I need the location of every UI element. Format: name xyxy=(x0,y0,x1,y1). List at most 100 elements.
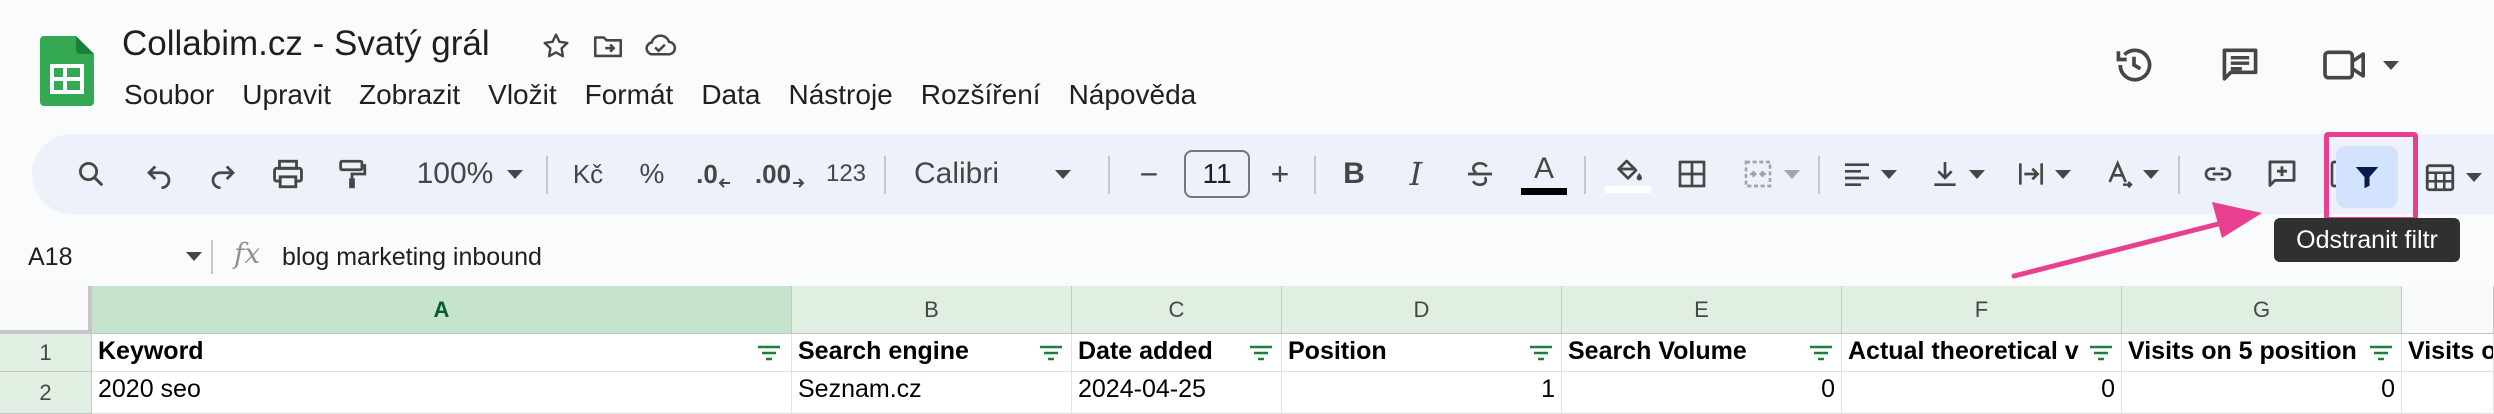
text-rotation-icon[interactable] xyxy=(2090,144,2172,204)
number-format-button[interactable]: 123 xyxy=(816,144,876,204)
menu-help[interactable]: Nápověda xyxy=(1055,74,1211,116)
chevron-down-icon xyxy=(2466,172,2482,182)
menu-format[interactable]: Formát xyxy=(571,74,688,116)
column-filter-icon[interactable] xyxy=(1038,344,1064,362)
column-header-g[interactable]: G xyxy=(2122,286,2402,333)
toolbar: 100% Kč % .0 .00 123 Calibri − 11 + B I … xyxy=(32,134,2494,214)
borders-icon[interactable] xyxy=(1664,144,1720,204)
header-cell-search-volume[interactable]: Search Volume xyxy=(1562,334,1842,372)
column-header-a[interactable]: A xyxy=(92,286,792,333)
toolbar-divider xyxy=(1108,156,1110,194)
data-cell-search-volume[interactable]: 0 xyxy=(1562,372,1842,414)
font-size-increase-button[interactable]: + xyxy=(1254,144,1306,204)
insert-comment-icon[interactable] xyxy=(2254,144,2310,204)
chevron-down-icon[interactable] xyxy=(186,252,202,261)
column-header-f[interactable]: F xyxy=(1842,286,2122,333)
data-cell-visits-o[interactable] xyxy=(2402,372,2494,414)
header-cell-keyword[interactable]: Keyword xyxy=(92,334,792,372)
chevron-down-icon xyxy=(507,169,524,179)
column-header-c[interactable]: C xyxy=(1072,286,1282,333)
data-cell-keyword[interactable]: 2020 seo xyxy=(92,372,792,414)
horizontal-align-icon[interactable] xyxy=(1828,144,1910,204)
data-cell-position[interactable]: 1 xyxy=(1282,372,1562,414)
text-color-button[interactable]: A xyxy=(1516,144,1572,204)
strikethrough-icon[interactable] xyxy=(1452,144,1508,204)
spreadsheet-grid: A B C D E F G 1 2 Keyword Search engine … xyxy=(0,286,2494,414)
font-family-select[interactable]: Calibri xyxy=(898,144,1112,204)
text-color-letter: A xyxy=(1533,151,1554,185)
header-cell-position[interactable]: Position xyxy=(1282,334,1562,372)
column-header-b[interactable]: B xyxy=(792,286,1072,333)
paint-format-icon[interactable] xyxy=(324,144,380,204)
star-icon[interactable] xyxy=(536,26,576,66)
insert-link-icon[interactable] xyxy=(2190,144,2246,204)
decrease-decimal-label: .0 xyxy=(696,158,718,189)
header-cell-search-engine[interactable]: Search engine xyxy=(792,334,1072,372)
column-filter-icon[interactable] xyxy=(2368,344,2394,362)
font-size-decrease-button[interactable]: − xyxy=(1124,144,1174,204)
menu-tools[interactable]: Nástroje xyxy=(774,74,906,116)
column-filter-icon[interactable] xyxy=(1808,344,1834,362)
font-family-value: Calibri xyxy=(914,157,1000,190)
text-color-swatch xyxy=(1521,187,1567,195)
name-box[interactable]: A18 xyxy=(28,240,72,274)
select-all-corner[interactable] xyxy=(0,286,92,334)
row-header-1[interactable]: 1 xyxy=(0,334,92,372)
menu-extensions[interactable]: Rozšíření xyxy=(907,74,1055,116)
menu-insert[interactable]: Vložit xyxy=(474,74,570,116)
undo-icon[interactable] xyxy=(134,144,184,204)
column-filter-icon[interactable] xyxy=(1528,344,1554,362)
increase-decimal-label: .00 xyxy=(754,158,792,189)
column-header-h[interactable] xyxy=(2402,286,2494,333)
bold-button[interactable]: B xyxy=(1326,144,1382,204)
data-cell-actual-theoretical[interactable]: 0 xyxy=(1842,372,2122,414)
increase-decimal-button[interactable]: .00 xyxy=(750,144,810,204)
vertical-align-icon[interactable] xyxy=(1916,144,1998,204)
column-header-e[interactable]: E xyxy=(1562,286,1842,333)
search-menus-icon[interactable] xyxy=(66,144,116,204)
meet-video-icon[interactable] xyxy=(2310,38,2410,92)
chevron-down-icon xyxy=(1055,169,1072,179)
column-filter-icon[interactable] xyxy=(2088,344,2114,362)
formula-input[interactable]: blog marketing inbound xyxy=(282,240,542,274)
column-header-d[interactable]: D xyxy=(1282,286,1562,333)
currency-format-button[interactable]: Kč xyxy=(560,144,616,204)
chevron-down-icon xyxy=(1969,169,1985,179)
row-header-2[interactable]: 2 xyxy=(0,372,92,414)
header-cell-visits-o[interactable]: Visits o xyxy=(2402,334,2494,372)
text-wrapping-icon[interactable] xyxy=(2002,144,2084,204)
toolbar-divider xyxy=(1584,156,1586,194)
merge-cells-icon[interactable] xyxy=(1728,144,1812,204)
comments-icon[interactable] xyxy=(2200,38,2280,92)
column-filter-icon[interactable] xyxy=(1248,344,1274,362)
move-to-folder-icon[interactable] xyxy=(588,26,628,66)
font-size-input[interactable]: 11 xyxy=(1184,150,1250,198)
header-cell-actual-theoretical[interactable]: Actual theoretical v xyxy=(1842,334,2122,372)
zoom-value: 100% xyxy=(416,157,494,190)
column-filter-icon[interactable] xyxy=(756,344,782,362)
menu-file[interactable]: Soubor xyxy=(110,74,228,116)
decrease-decimal-button[interactable]: .0 xyxy=(686,144,742,204)
redo-icon[interactable] xyxy=(198,144,248,204)
fill-color-icon[interactable] xyxy=(1598,144,1658,204)
version-history-icon[interactable] xyxy=(2094,38,2174,92)
menu-data[interactable]: Data xyxy=(687,74,774,116)
data-cell-date-added[interactable]: 2024-04-25 xyxy=(1072,372,1282,414)
data-cell-search-engine[interactable]: Seznam.cz xyxy=(792,372,1072,414)
menu-edit[interactable]: Upravit xyxy=(228,74,345,116)
highlight-annotation-box xyxy=(2324,132,2418,222)
menu-view[interactable]: Zobrazit xyxy=(345,74,474,116)
functions-icon[interactable] xyxy=(2410,146,2494,208)
chevron-down-icon xyxy=(2143,169,2159,179)
arrow-right-icon xyxy=(793,178,805,188)
italic-button[interactable]: I xyxy=(1388,144,1444,204)
document-title[interactable]: Collabim.cz - Svatý grál xyxy=(122,22,490,66)
data-cell-visits-5-position[interactable]: 0 xyxy=(2122,372,2402,414)
cloud-saved-icon[interactable] xyxy=(640,26,680,66)
menu-bar: Soubor Upravit Zobrazit Vložit Formát Da… xyxy=(110,74,1210,116)
print-icon[interactable] xyxy=(260,144,316,204)
sheets-logo-icon[interactable] xyxy=(40,36,94,106)
zoom-select[interactable]: 100% xyxy=(388,144,552,204)
header-cell-visits-5-position[interactable]: Visits on 5 position xyxy=(2122,334,2402,372)
percent-format-button[interactable]: % xyxy=(624,144,680,204)
